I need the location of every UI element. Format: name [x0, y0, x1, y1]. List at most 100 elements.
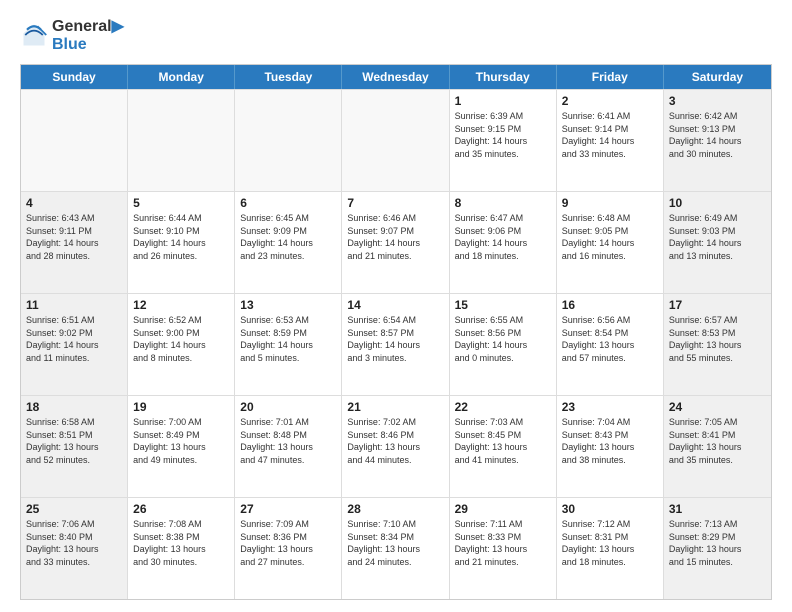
calendar-cell-4: 4Sunrise: 6:43 AM Sunset: 9:11 PM Daylig…	[21, 192, 128, 293]
day-number: 5	[133, 196, 229, 210]
day-number: 4	[26, 196, 122, 210]
calendar-body: 1Sunrise: 6:39 AM Sunset: 9:15 PM Daylig…	[21, 89, 771, 599]
calendar-cell-30: 30Sunrise: 7:12 AM Sunset: 8:31 PM Dayli…	[557, 498, 664, 599]
calendar-cell-2: 2 Sunrise: 6:41 AM Sunset: 9:14 PM Daylig…	[557, 90, 664, 191]
cell-sun-info: Sunrise: 6:47 AM Sunset: 9:06 PM Dayligh…	[455, 212, 551, 262]
cell-sun-info: Sunrise: 6:57 AM Sunset: 8:53 PM Dayligh…	[669, 314, 766, 364]
cell-sun-info: Sunrise: 6:46 AM Sunset: 9:07 PM Dayligh…	[347, 212, 443, 262]
day-number: 17	[669, 298, 766, 312]
day-number: 22	[455, 400, 551, 414]
calendar-cell-empty-0-0	[21, 90, 128, 191]
day-number: 3	[669, 94, 766, 108]
calendar-cell-25: 25Sunrise: 7:06 AM Sunset: 8:40 PM Dayli…	[21, 498, 128, 599]
day-number: 24	[669, 400, 766, 414]
header-day-tuesday: Tuesday	[235, 65, 342, 89]
header-day-wednesday: Wednesday	[342, 65, 449, 89]
calendar-cell-empty-0-1	[128, 90, 235, 191]
logo: General▶ Blue	[20, 16, 124, 54]
day-number: 7	[347, 196, 443, 210]
day-number: 27	[240, 502, 336, 516]
cell-sun-info: Sunrise: 7:08 AM Sunset: 8:38 PM Dayligh…	[133, 518, 229, 568]
calendar-cell-29: 29Sunrise: 7:11 AM Sunset: 8:33 PM Dayli…	[450, 498, 557, 599]
calendar-header: SundayMondayTuesdayWednesdayThursdayFrid…	[21, 65, 771, 89]
cell-sun-info: Sunrise: 7:05 AM Sunset: 8:41 PM Dayligh…	[669, 416, 766, 466]
calendar-row-0: 1Sunrise: 6:39 AM Sunset: 9:15 PM Daylig…	[21, 89, 771, 191]
calendar-cell-22: 22 Sunrise: 7:03 AM Sunset: 8:45 PM Dayli…	[450, 396, 557, 497]
cell-sun-info: Sunrise: 7:10 AM Sunset: 8:34 PM Dayligh…	[347, 518, 443, 568]
cell-sun-info: Sunrise: 6:56 AM Sunset: 8:54 PM Dayligh…	[562, 314, 658, 364]
calendar-row-2: 11Sunrise: 6:51 AM Sunset: 9:02 PM Dayli…	[21, 293, 771, 395]
cell-sun-info: Sunrise: 7:00 AM Sunset: 8:49 PM Dayligh…	[133, 416, 229, 466]
day-number: 2	[562, 94, 658, 108]
calendar-cell-19: 19 Sunrise: 7:00 AM Sunset: 8:49 PM Dayli…	[128, 396, 235, 497]
cell-sun-info: Sunrise: 6:49 AM Sunset: 9:03 PM Dayligh…	[669, 212, 766, 262]
logo-text: General▶ Blue	[52, 16, 124, 54]
cell-sun-info: Sunrise: 7:02 AM Sunset: 8:46 PM Dayligh…	[347, 416, 443, 466]
calendar-cell-21: 21 Sunrise: 7:02 AM Sunset: 8:46 PM Dayli…	[342, 396, 449, 497]
day-number: 26	[133, 502, 229, 516]
header-day-sunday: Sunday	[21, 65, 128, 89]
calendar-cell-27: 27 Sunrise: 7:09 AM Sunset: 8:36 PM Dayli…	[235, 498, 342, 599]
day-number: 20	[240, 400, 336, 414]
calendar-row-1: 4Sunrise: 6:43 AM Sunset: 9:11 PM Daylig…	[21, 191, 771, 293]
day-number: 31	[669, 502, 766, 516]
day-number: 12	[133, 298, 229, 312]
header-day-monday: Monday	[128, 65, 235, 89]
header-day-saturday: Saturday	[664, 65, 771, 89]
day-number: 23	[562, 400, 658, 414]
day-number: 10	[669, 196, 766, 210]
cell-sun-info: Sunrise: 6:54 AM Sunset: 8:57 PM Dayligh…	[347, 314, 443, 364]
calendar-cell-18: 18 Sunrise: 6:58 AM Sunset: 8:51 PM Dayli…	[21, 396, 128, 497]
calendar-cell-16: 16 Sunrise: 6:56 AM Sunset: 8:54 PM Dayli…	[557, 294, 664, 395]
header: General▶ Blue	[20, 16, 772, 54]
calendar-cell-11: 11Sunrise: 6:51 AM Sunset: 9:02 PM Dayli…	[21, 294, 128, 395]
calendar-cell-24: 24 Sunrise: 7:05 AM Sunset: 8:41 PM Dayli…	[664, 396, 771, 497]
calendar-cell-31: 31 Sunrise: 7:13 AM Sunset: 8:29 PM Dayli…	[664, 498, 771, 599]
calendar-cell-8: 8 Sunrise: 6:47 AM Sunset: 9:06 PM Daylig…	[450, 192, 557, 293]
calendar-cell-23: 23 Sunrise: 7:04 AM Sunset: 8:43 PM Dayli…	[557, 396, 664, 497]
cell-sun-info: Sunrise: 6:45 AM Sunset: 9:09 PM Dayligh…	[240, 212, 336, 262]
cell-sun-info: Sunrise: 6:51 AM Sunset: 9:02 PM Dayligh…	[26, 314, 122, 364]
cell-sun-info: Sunrise: 6:42 AM Sunset: 9:13 PM Dayligh…	[669, 110, 766, 160]
calendar-cell-6: 6 Sunrise: 6:45 AM Sunset: 9:09 PM Daylig…	[235, 192, 342, 293]
cell-sun-info: Sunrise: 6:48 AM Sunset: 9:05 PM Dayligh…	[562, 212, 658, 262]
day-number: 30	[562, 502, 658, 516]
calendar-row-4: 25Sunrise: 7:06 AM Sunset: 8:40 PM Dayli…	[21, 497, 771, 599]
day-number: 18	[26, 400, 122, 414]
cell-sun-info: Sunrise: 7:06 AM Sunset: 8:40 PM Dayligh…	[26, 518, 122, 568]
day-number: 28	[347, 502, 443, 516]
page: General▶ Blue SundayMondayTuesdayWednesd…	[0, 0, 792, 612]
calendar-cell-3: 3 Sunrise: 6:42 AM Sunset: 9:13 PM Daylig…	[664, 90, 771, 191]
cell-sun-info: Sunrise: 6:52 AM Sunset: 9:00 PM Dayligh…	[133, 314, 229, 364]
cell-sun-info: Sunrise: 7:13 AM Sunset: 8:29 PM Dayligh…	[669, 518, 766, 568]
cell-sun-info: Sunrise: 6:58 AM Sunset: 8:51 PM Dayligh…	[26, 416, 122, 466]
day-number: 15	[455, 298, 551, 312]
cell-sun-info: Sunrise: 7:04 AM Sunset: 8:43 PM Dayligh…	[562, 416, 658, 466]
day-number: 1	[455, 94, 551, 108]
calendar-cell-28: 28 Sunrise: 7:10 AM Sunset: 8:34 PM Dayli…	[342, 498, 449, 599]
cell-sun-info: Sunrise: 7:09 AM Sunset: 8:36 PM Dayligh…	[240, 518, 336, 568]
day-number: 8	[455, 196, 551, 210]
calendar: SundayMondayTuesdayWednesdayThursdayFrid…	[20, 64, 772, 600]
cell-sun-info: Sunrise: 6:55 AM Sunset: 8:56 PM Dayligh…	[455, 314, 551, 364]
day-number: 6	[240, 196, 336, 210]
day-number: 29	[455, 502, 551, 516]
calendar-cell-empty-0-2	[235, 90, 342, 191]
day-number: 9	[562, 196, 658, 210]
cell-sun-info: Sunrise: 7:03 AM Sunset: 8:45 PM Dayligh…	[455, 416, 551, 466]
day-number: 13	[240, 298, 336, 312]
calendar-row-3: 18 Sunrise: 6:58 AM Sunset: 8:51 PM Dayli…	[21, 395, 771, 497]
cell-sun-info: Sunrise: 6:44 AM Sunset: 9:10 PM Dayligh…	[133, 212, 229, 262]
logo-icon	[20, 21, 48, 49]
calendar-cell-empty-0-3	[342, 90, 449, 191]
day-number: 16	[562, 298, 658, 312]
calendar-cell-9: 9 Sunrise: 6:48 AM Sunset: 9:05 PM Daylig…	[557, 192, 664, 293]
day-number: 19	[133, 400, 229, 414]
cell-sun-info: Sunrise: 6:41 AM Sunset: 9:14 PM Dayligh…	[562, 110, 658, 160]
calendar-cell-12: 12 Sunrise: 6:52 AM Sunset: 9:00 PM Dayli…	[128, 294, 235, 395]
calendar-cell-17: 17 Sunrise: 6:57 AM Sunset: 8:53 PM Dayli…	[664, 294, 771, 395]
calendar-cell-1: 1Sunrise: 6:39 AM Sunset: 9:15 PM Daylig…	[450, 90, 557, 191]
calendar-cell-7: 7 Sunrise: 6:46 AM Sunset: 9:07 PM Daylig…	[342, 192, 449, 293]
header-day-thursday: Thursday	[450, 65, 557, 89]
day-number: 21	[347, 400, 443, 414]
